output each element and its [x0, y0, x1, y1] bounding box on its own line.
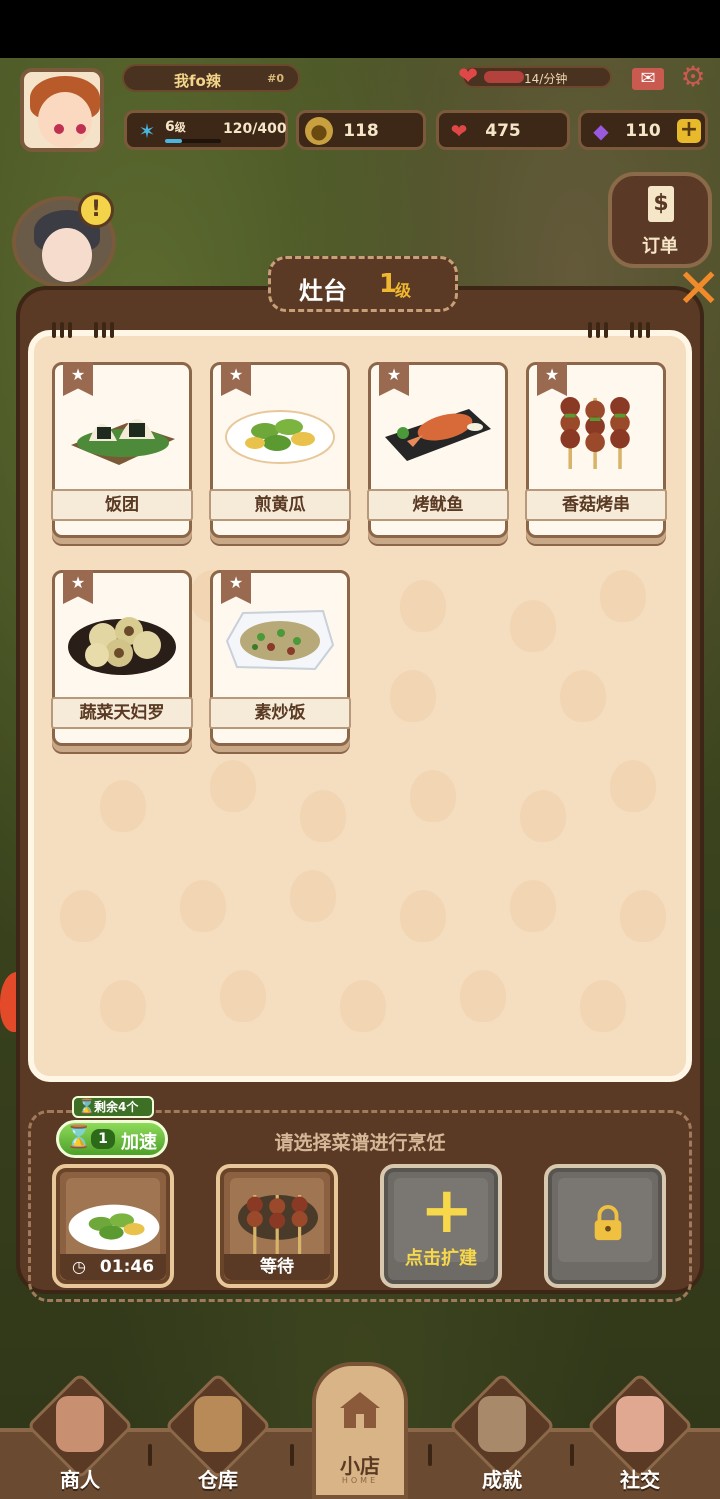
nav-achievement-label: 成就: [482, 1468, 522, 1492]
mushroom-skewer-image: [238, 1195, 318, 1259]
nav-merchant-label: 商人: [60, 1468, 100, 1492]
nav-warehouse-label: 仓库: [198, 1468, 238, 1492]
order-button[interactable]: $ 订单: [608, 172, 712, 268]
grilled-squid-image: [385, 409, 491, 461]
veg-fried-rice-image: [225, 609, 335, 671]
player-name: 我fo辣: [174, 72, 221, 90]
binder-rings: [588, 322, 654, 338]
gear-icon[interactable]: ⚙: [678, 62, 708, 92]
locked-slot[interactable]: [544, 1164, 666, 1288]
speed-label: 加速: [121, 1132, 157, 1153]
coin-value: 118: [343, 121, 379, 141]
clock-icon: ◷: [71, 1257, 86, 1276]
recipe-name: 香菇烤串: [525, 489, 667, 521]
fried-cucumber-image: [225, 410, 335, 464]
energy-heart-icon: ❤: [458, 62, 479, 90]
expand-label: 点击扩建: [405, 1248, 477, 1269]
recipe-card-mushroom-skewer[interactable]: ★ 香菇烤串: [525, 362, 667, 538]
social-icon: [616, 1396, 664, 1452]
stove-title: 灶台 1 级: [268, 256, 458, 312]
nav-merchant[interactable]: 商人: [20, 1372, 140, 1496]
timer-text: 01:46: [99, 1257, 155, 1277]
house-icon: [340, 1392, 380, 1428]
stove-level-suffix: 级: [395, 281, 412, 300]
nav-social-label: 社交: [620, 1468, 660, 1492]
add-gem-button[interactable]: +: [677, 119, 701, 143]
recipe-card-vegetable-tempura[interactable]: ★ 蔬菜天妇罗: [51, 570, 193, 746]
warehouse-icon: [194, 1396, 242, 1452]
heart-value: 475: [485, 121, 521, 141]
nav-shop-sub: HOME: [341, 1476, 379, 1485]
recipe-card-grilled-squid[interactable]: ★ 烤鱿鱼: [367, 362, 509, 538]
star-level-icon: ✶: [138, 119, 156, 143]
binder-rings: [52, 322, 118, 338]
nav-divider: [290, 1444, 294, 1466]
player-id: #0: [267, 72, 284, 85]
avatar-eye: [76, 124, 86, 134]
nav-warehouse[interactable]: 仓库: [158, 1372, 278, 1496]
level-label: 6级: [165, 119, 186, 135]
avatar-face: [38, 92, 92, 148]
achievement-icon: [478, 1396, 526, 1452]
energy-bar[interactable]: ❤ 14/分钟: [458, 64, 612, 88]
recipe-card-fried-cucumber[interactable]: ★ 煎黄瓜: [209, 362, 351, 538]
lock-icon: [594, 1204, 622, 1241]
exp-progress: [165, 139, 221, 143]
energy-fill: [484, 71, 524, 83]
remaining-tag: ⌛ 剩余4个: [72, 1096, 154, 1118]
remaining-text: 剩余4个: [94, 1100, 139, 1114]
player-name-bar[interactable]: 我fo辣 #0: [122, 64, 300, 92]
mail-icon[interactable]: ✉: [632, 68, 664, 90]
speed-up-button[interactable]: ⌛ 1 加速: [56, 1120, 168, 1158]
order-icon: $: [648, 186, 674, 222]
expand-slot-button[interactable]: + 点击扩建: [380, 1164, 502, 1288]
alert-icon[interactable]: !: [78, 192, 114, 228]
recipe-card-veg-fried-rice[interactable]: ★ 素炒饭: [209, 570, 351, 746]
slot-status: 等待: [224, 1254, 330, 1280]
gem-stat[interactable]: ◆ 110 +: [578, 110, 708, 150]
recipe-name: 蔬菜天妇罗: [51, 697, 193, 729]
nav-divider: [570, 1444, 574, 1466]
fried-cucumber-image: [68, 1204, 160, 1251]
recipe-name: 饭团: [51, 489, 193, 521]
recipe-card-rice-ball[interactable]: ★ 饭团: [51, 362, 193, 538]
plus-icon: +: [420, 1174, 474, 1248]
player-avatar[interactable]: [20, 68, 104, 152]
nav-shop-label: 小店: [340, 1454, 380, 1478]
merchant-icon: [56, 1396, 104, 1452]
recipe-name: 素炒饭: [209, 697, 351, 729]
recipe-name: 煎黄瓜: [209, 489, 351, 521]
mushroom-skewer-image: [560, 397, 630, 469]
nav-shop-home[interactable]: 小店 HOME: [312, 1362, 408, 1499]
avatar-eye: [54, 124, 64, 134]
cooking-slot-1[interactable]: ◷ 01:46: [52, 1164, 174, 1288]
energy-rate: 14/分钟: [524, 72, 568, 86]
order-label: 订单: [642, 236, 678, 257]
nav-social[interactable]: 社交: [580, 1372, 700, 1496]
hourglass-icon: ⌛: [65, 1125, 93, 1150]
nav-divider: [428, 1444, 432, 1466]
slot-timer: ◷ 01:46: [60, 1254, 166, 1280]
nav-achievement[interactable]: 成就: [442, 1372, 562, 1496]
rice-ball-image: [71, 419, 175, 465]
hourglass-icon: ⌛: [78, 1099, 96, 1115]
stove-title-text: 灶台: [299, 277, 347, 305]
close-button[interactable]: ✕: [676, 262, 720, 316]
speed-count: 1: [91, 1129, 115, 1149]
recipe-name: 烤鱿鱼: [367, 489, 509, 521]
level-stat[interactable]: ✶ 6级 120/400: [124, 110, 288, 150]
coin-stat[interactable]: ● 118: [296, 110, 426, 150]
heart-stat[interactable]: ❤ 475: [436, 110, 570, 150]
nav-divider: [148, 1444, 152, 1466]
vegetable-tempura-image: [68, 617, 176, 675]
npc-face: [42, 228, 92, 282]
cooking-slot-2[interactable]: 等待: [216, 1164, 338, 1288]
exp-text: 120/400: [223, 121, 287, 137]
